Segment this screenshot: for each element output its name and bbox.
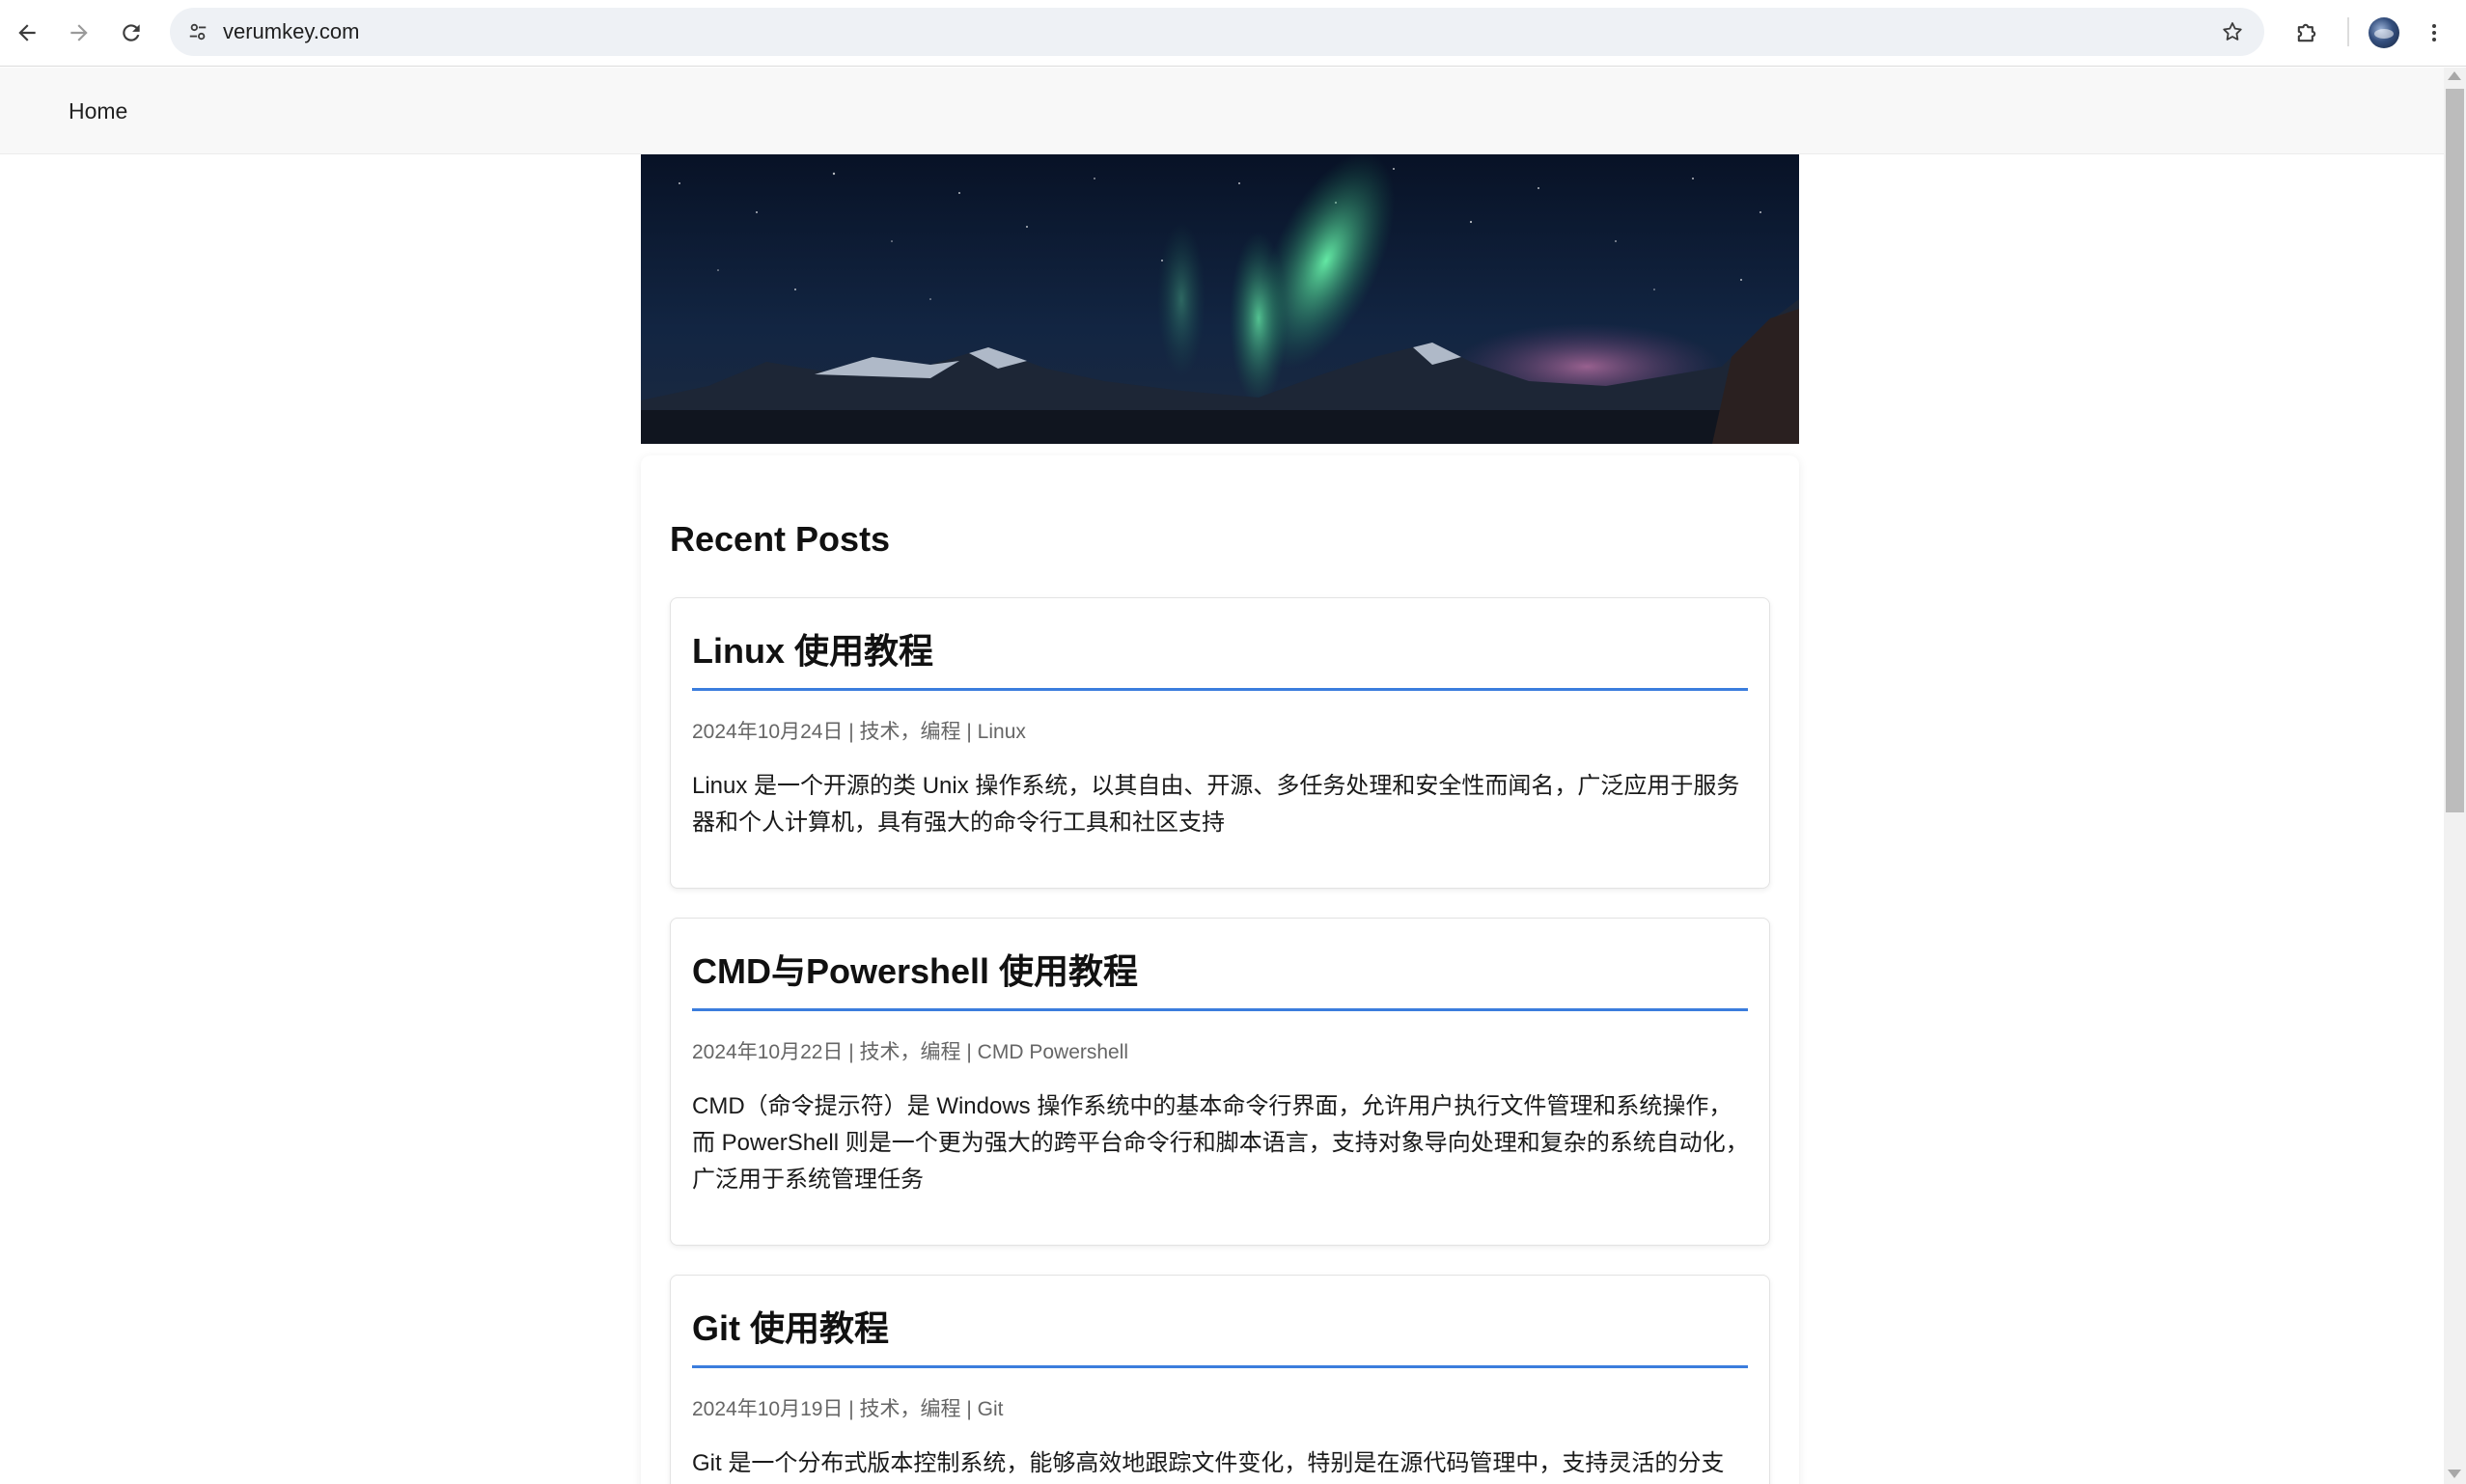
browser-toolbar: verumkey.com [0,0,2466,67]
puzzle-icon [2297,23,2316,42]
title-underline [692,1008,1748,1011]
post-meta: 2024年10月24日 | 技术，编程 | Linux [692,721,1026,743]
recent-posts-section: Recent Posts Linux 使用教程 2024年10月24日 | 技术… [641,455,1799,1484]
url-text[interactable]: verumkey.com [223,19,359,44]
title-underline [692,1365,1748,1368]
extensions-button[interactable] [2287,14,2326,52]
post-card[interactable]: Git 使用教程 2024年10月19日 | 技术，编程 | Git Git 是… [670,1275,1770,1484]
profile-avatar[interactable] [2369,17,2399,48]
post-title[interactable]: CMD与Powershell 使用教程 [692,944,1138,994]
post-card[interactable]: CMD与Powershell 使用教程 2024年10月22日 | 技术，编程 … [670,918,1770,1246]
forward-button[interactable] [60,14,98,52]
post-meta: 2024年10月22日 | 技术，编程 | CMD Powershell [692,1041,1129,1063]
post-excerpt: Git 是一个分布式版本控制系统，能够高效地跟踪文件变化，特别是在源代码管理中，… [692,1450,1725,1476]
reload-button[interactable] [112,14,151,52]
star-icon [2223,22,2242,41]
site-info-button[interactable] [183,17,212,46]
post-title[interactable]: Linux 使用教程 [692,623,933,673]
bookmark-button[interactable] [2218,17,2247,46]
section-title: Recent Posts [670,519,891,559]
arrow-left-icon [18,24,36,41]
post-card[interactable]: Linux 使用教程 2024年10月24日 | 技术，编程 | Linux L… [670,597,1770,889]
back-button[interactable] [8,14,46,52]
nav-home-link[interactable]: Home [69,98,127,124]
scrollbar-thumb[interactable] [2446,89,2464,812]
post-title[interactable]: Git 使用教程 [692,1301,889,1351]
tune-icon [189,23,207,41]
post-meta: 2024年10月19日 | 技术，编程 | Git [692,1398,1004,1420]
scroll-up-arrow[interactable] [2448,71,2461,80]
post-excerpt: CMD（命令提示符）是 Windows 操作系统中的基本命令行界面，允许用户执行… [692,1093,1749,1193]
title-underline [692,688,1748,691]
site-navbar: Home [0,68,2444,154]
scroll-down-arrow[interactable] [2448,1470,2461,1478]
aurora-banner-image [641,154,1799,444]
browser-menu-button[interactable] [2415,14,2453,52]
arrow-right-icon [70,24,88,41]
kebab-menu-icon [2432,24,2436,41]
reload-icon [123,24,140,41]
toolbar-divider [2347,17,2349,46]
address-bar[interactable]: verumkey.com [170,8,2264,56]
post-excerpt: Linux 是一个开源的类 Unix 操作系统，以其自由、开源、多任务处理和安全… [692,773,1740,836]
